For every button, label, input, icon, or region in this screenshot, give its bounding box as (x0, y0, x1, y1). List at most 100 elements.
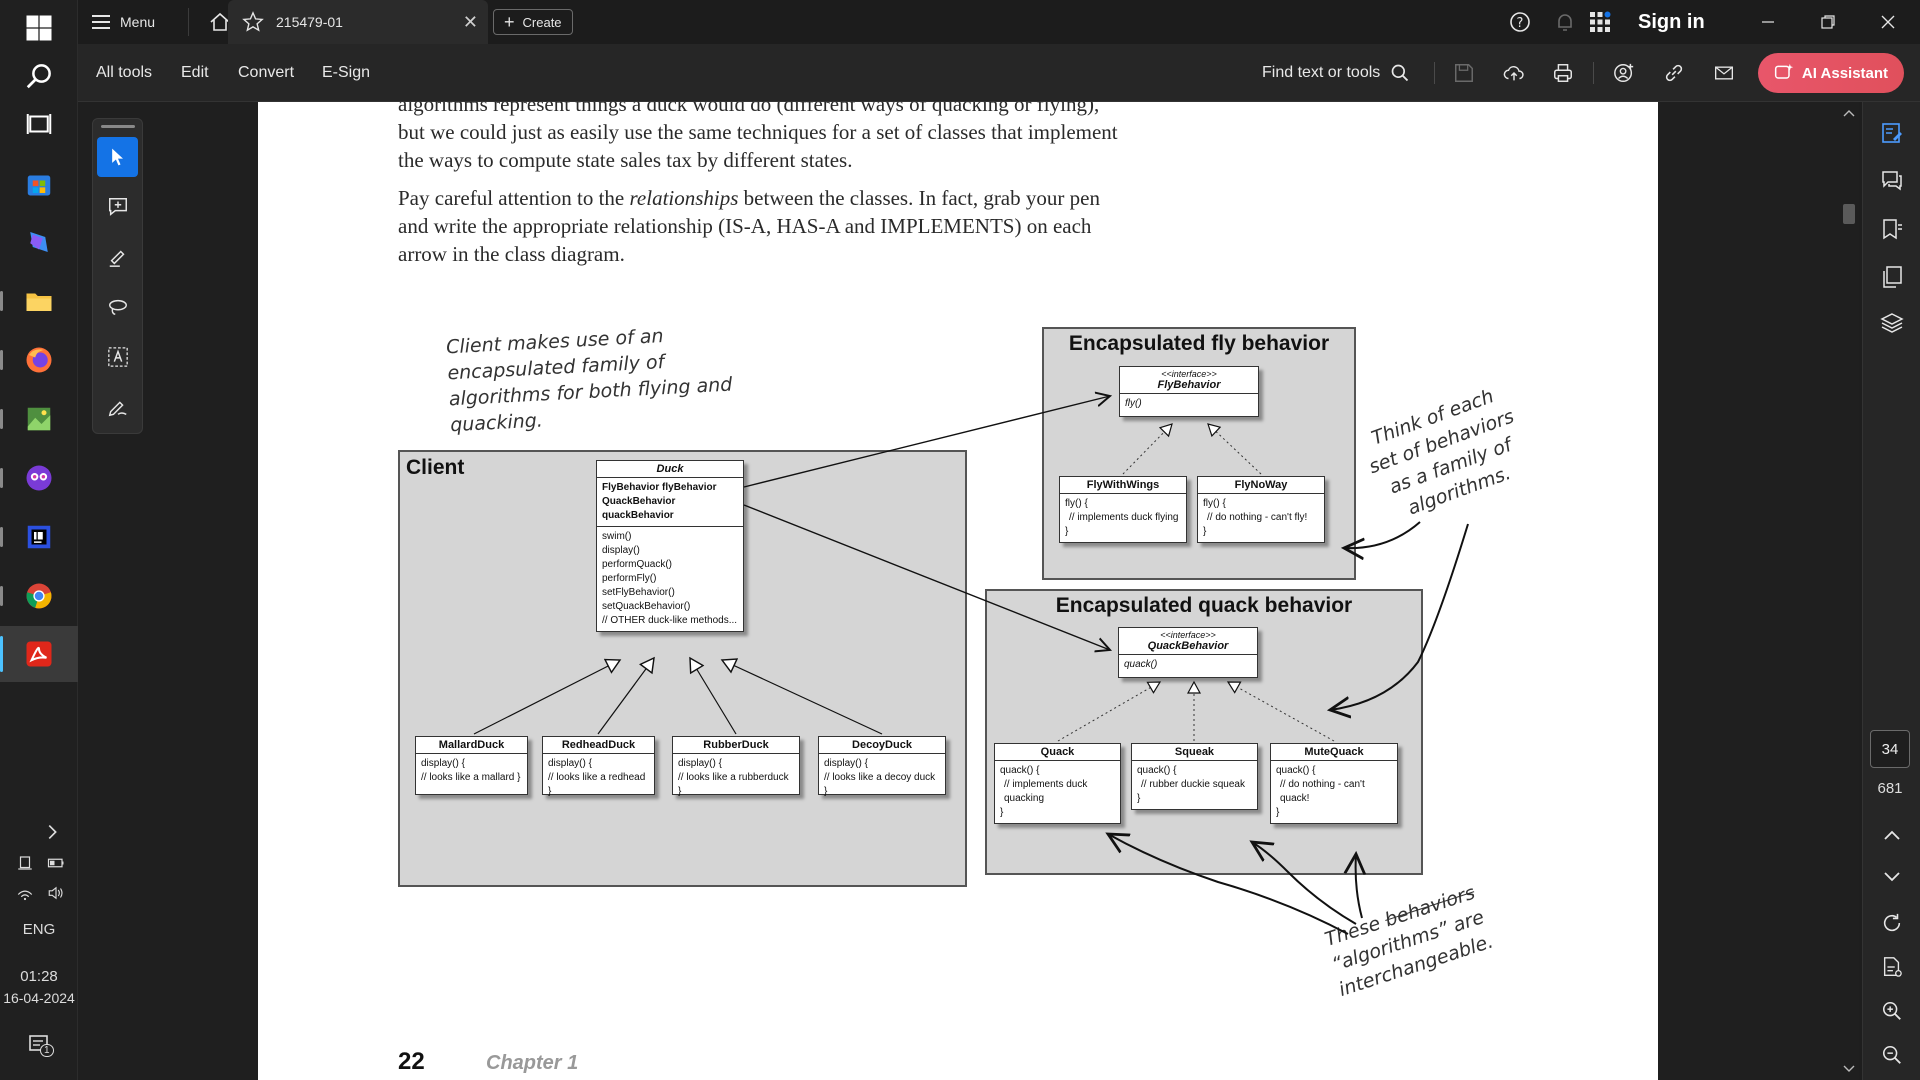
handwritten-note-interchangeable: These behaviors “algorithms” are interch… (1310, 876, 1505, 1006)
add-text-tool[interactable] (97, 337, 138, 377)
menu-label: Menu (120, 14, 156, 30)
apps-grid-icon[interactable] (1588, 10, 1612, 34)
help-icon[interactable]: ? (1508, 10, 1532, 34)
menu-e-sign[interactable]: E-Sign (322, 44, 370, 102)
code-line: // looks like a decoy duck } (824, 772, 936, 797)
uml-class-squeak: Squeak quack() {// rubber duckie squeak} (1131, 743, 1258, 810)
code-line: // do nothing - can't fly! (1207, 512, 1308, 523)
sign-in-button[interactable]: Sign in (1638, 8, 1705, 36)
copy-link-button[interactable] (1660, 59, 1688, 87)
code-line: quack() { (1276, 765, 1316, 776)
sign-tool[interactable] (97, 387, 138, 427)
code-line: // rubber duckie squeak (1141, 779, 1245, 790)
clock-time[interactable]: 01:28 (0, 966, 78, 986)
image-editor-icon (27, 407, 51, 431)
zoom-in-button[interactable] (1875, 994, 1909, 1028)
comments-panel-button[interactable] (1875, 164, 1909, 198)
minimize-icon (1762, 21, 1774, 23)
file-explorer-button[interactable] (0, 273, 78, 329)
next-page-button[interactable] (1875, 860, 1909, 894)
scrollbar-thumb[interactable] (1843, 204, 1855, 224)
zoom-out-button[interactable] (1875, 1038, 1909, 1072)
menu-all-tools[interactable]: All tools (96, 44, 152, 102)
clock-date[interactable]: 16-04-2024 (0, 988, 78, 1008)
star-icon[interactable] (242, 11, 264, 33)
class-body: display() {// looks like a mallard } (416, 754, 527, 794)
code-line: } (1065, 526, 1069, 537)
page-properties-button[interactable] (1875, 950, 1909, 984)
rotate-button[interactable] (1875, 906, 1909, 940)
highlight-tool[interactable] (97, 237, 138, 277)
method: display() (602, 545, 640, 556)
create-button[interactable]: + Create (493, 9, 573, 35)
restore-button[interactable] (1798, 0, 1858, 44)
task-view-button[interactable] (0, 96, 78, 152)
code-line: // looks like a mallard } (421, 772, 521, 783)
class-body: display() { // looks like a decoy duck } (819, 754, 945, 797)
layers-panel-button[interactable] (1875, 306, 1909, 340)
intellij-button[interactable] (0, 509, 78, 565)
network-device-icon[interactable] (14, 852, 36, 874)
uml-class-duck: Duck FlyBehavior flyBehavior QuackBehavi… (596, 460, 744, 632)
ai-assistant-button[interactable]: AI Assistant (1758, 53, 1904, 93)
find-text-or-tools[interactable]: Find text or tools (1262, 44, 1410, 102)
close-window-button[interactable] (1858, 0, 1918, 44)
notification-center-button[interactable]: 1 (24, 1030, 54, 1060)
mask-app-button[interactable] (0, 450, 78, 506)
firefox-icon (26, 347, 52, 373)
minimize-button[interactable] (1738, 0, 1798, 44)
draw-tool[interactable] (97, 287, 138, 327)
create-label: Create (522, 14, 562, 30)
class-body: quack() {// do nothing - can't quack!} (1271, 761, 1397, 823)
toolbar-separator (1434, 62, 1435, 84)
printer-icon (1554, 64, 1572, 82)
chevron-down-icon (1884, 872, 1900, 882)
chrome-button[interactable] (0, 568, 78, 624)
method: performQuack() (602, 559, 673, 570)
current-page-input[interactable]: 34 (1870, 730, 1910, 768)
photos-app-button[interactable] (0, 391, 78, 447)
share-people-button[interactable] (1610, 59, 1638, 87)
acrobat-button[interactable] (0, 626, 78, 682)
close-tab-icon[interactable]: ✕ (463, 12, 478, 33)
folder-icon (26, 293, 52, 311)
code-line: display() { (824, 758, 868, 769)
app-window: ENG 01:28 16-04-2024 1 Menu 215479-01 ✕ … (0, 0, 1920, 1080)
task-view-icon (26, 114, 52, 134)
wifi-icon[interactable] (14, 882, 36, 904)
document-settings-icon (1883, 957, 1902, 977)
save-button[interactable] (1450, 59, 1478, 87)
store-app-button[interactable] (0, 155, 78, 211)
stereotype: <<interface>> (1161, 369, 1217, 379)
notifications-bell-icon[interactable] (1553, 10, 1577, 34)
uml-class-quack: Quack quack() {// implements duck quacki… (994, 743, 1121, 824)
scroll-down-icon[interactable] (1843, 1064, 1855, 1074)
upload-button[interactable] (1500, 59, 1528, 87)
edit-pdf-panel-button[interactable] (1875, 116, 1909, 150)
uml-class-rubberduck: RubberDuck display() {// looks like a ru… (672, 736, 800, 797)
input-language-indicator[interactable]: ENG (0, 918, 78, 940)
firefox-button[interactable] (0, 332, 78, 388)
lasso-icon (108, 299, 127, 316)
menu-edit[interactable]: Edit (181, 44, 209, 102)
menu-convert[interactable]: Convert (238, 44, 294, 102)
windows-taskbar: ENG 01:28 16-04-2024 1 (0, 0, 78, 1080)
volume-icon[interactable] (44, 882, 68, 904)
document-tab[interactable]: 215479-01 ✕ (228, 0, 488, 44)
menu-button[interactable]: Menu (92, 8, 155, 36)
add-comment-tool[interactable] (97, 187, 138, 227)
bookmarks-panel-button[interactable] (1875, 212, 1909, 246)
email-button[interactable] (1710, 59, 1738, 87)
previous-page-button[interactable] (1875, 818, 1909, 852)
drag-handle[interactable] (101, 125, 135, 128)
copilot-app-button[interactable] (0, 214, 78, 270)
cursor-arrow-icon (111, 148, 123, 166)
pages-panel-button[interactable] (1875, 260, 1909, 294)
select-tool[interactable] (97, 137, 138, 177)
text-box-icon (107, 347, 128, 367)
battery-icon[interactable] (44, 852, 68, 874)
print-button[interactable] (1549, 59, 1577, 87)
class-name: DecoyDuck (819, 737, 945, 754)
scroll-up-icon[interactable] (1843, 108, 1855, 118)
vertical-scrollbar[interactable] (1840, 102, 1858, 1080)
